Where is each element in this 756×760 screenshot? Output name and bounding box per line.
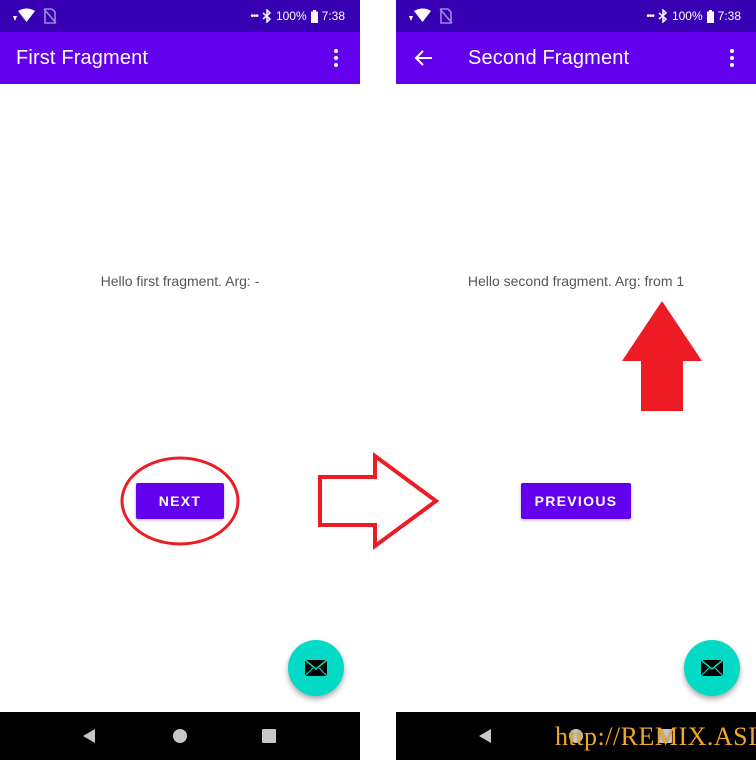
- fragment-message: Hello second fragment. Arg: from 1: [467, 273, 685, 289]
- fragment-content: Hello first fragment. Arg: - NEXT: [0, 84, 360, 712]
- more-notifications-icon: •••: [250, 10, 258, 22]
- previous-button[interactable]: PREVIOUS: [521, 483, 631, 519]
- battery-percent: 100%: [275, 9, 307, 23]
- system-nav-bar: [0, 712, 360, 760]
- no-sim-icon: [43, 8, 57, 24]
- battery-percent: 100%: [671, 9, 703, 23]
- wifi-icon: [13, 8, 35, 22]
- more-notifications-icon: •••: [646, 10, 654, 22]
- status-bar: ••• 100% 7:38: [396, 0, 756, 32]
- page-title: First Fragment: [16, 47, 149, 69]
- more-vert-icon[interactable]: [720, 46, 744, 70]
- battery-icon: [706, 9, 714, 23]
- first-fragment-screen: ••• 100% 7:38 First Fragment Hello first…: [0, 0, 360, 760]
- clock: 7:38: [717, 9, 741, 23]
- watermark: http://REMIX.ASIA: [555, 722, 756, 751]
- app-bar: Second Fragment: [396, 32, 756, 84]
- fragment-content: Hello second fragment. Arg: from 1 PREVI…: [396, 84, 756, 712]
- fragment-message: Hello first fragment. Arg: -: [100, 273, 260, 289]
- wifi-icon: [409, 8, 431, 22]
- app-bar: First Fragment: [0, 32, 360, 84]
- nav-recents-icon[interactable]: [262, 729, 276, 743]
- bluetooth-icon: [658, 9, 668, 23]
- battery-icon: [310, 9, 318, 23]
- status-bar: ••• 100% 7:38: [0, 0, 360, 32]
- email-icon: [304, 659, 328, 677]
- more-vert-icon[interactable]: [324, 46, 348, 70]
- nav-back-icon[interactable]: [82, 728, 96, 744]
- no-sim-icon: [439, 8, 453, 24]
- arrow-back-icon[interactable]: [412, 46, 436, 70]
- email-fab[interactable]: [684, 640, 740, 696]
- email-fab[interactable]: [288, 640, 344, 696]
- bluetooth-icon: [262, 9, 272, 23]
- page-title: Second Fragment: [468, 47, 630, 69]
- nav-home-icon[interactable]: [173, 729, 187, 743]
- email-icon: [700, 659, 724, 677]
- nav-back-icon[interactable]: [478, 728, 492, 744]
- next-button[interactable]: NEXT: [136, 483, 224, 519]
- clock: 7:38: [321, 9, 345, 23]
- second-fragment-screen: ••• 100% 7:38 Second Fragment Hello seco…: [396, 0, 756, 760]
